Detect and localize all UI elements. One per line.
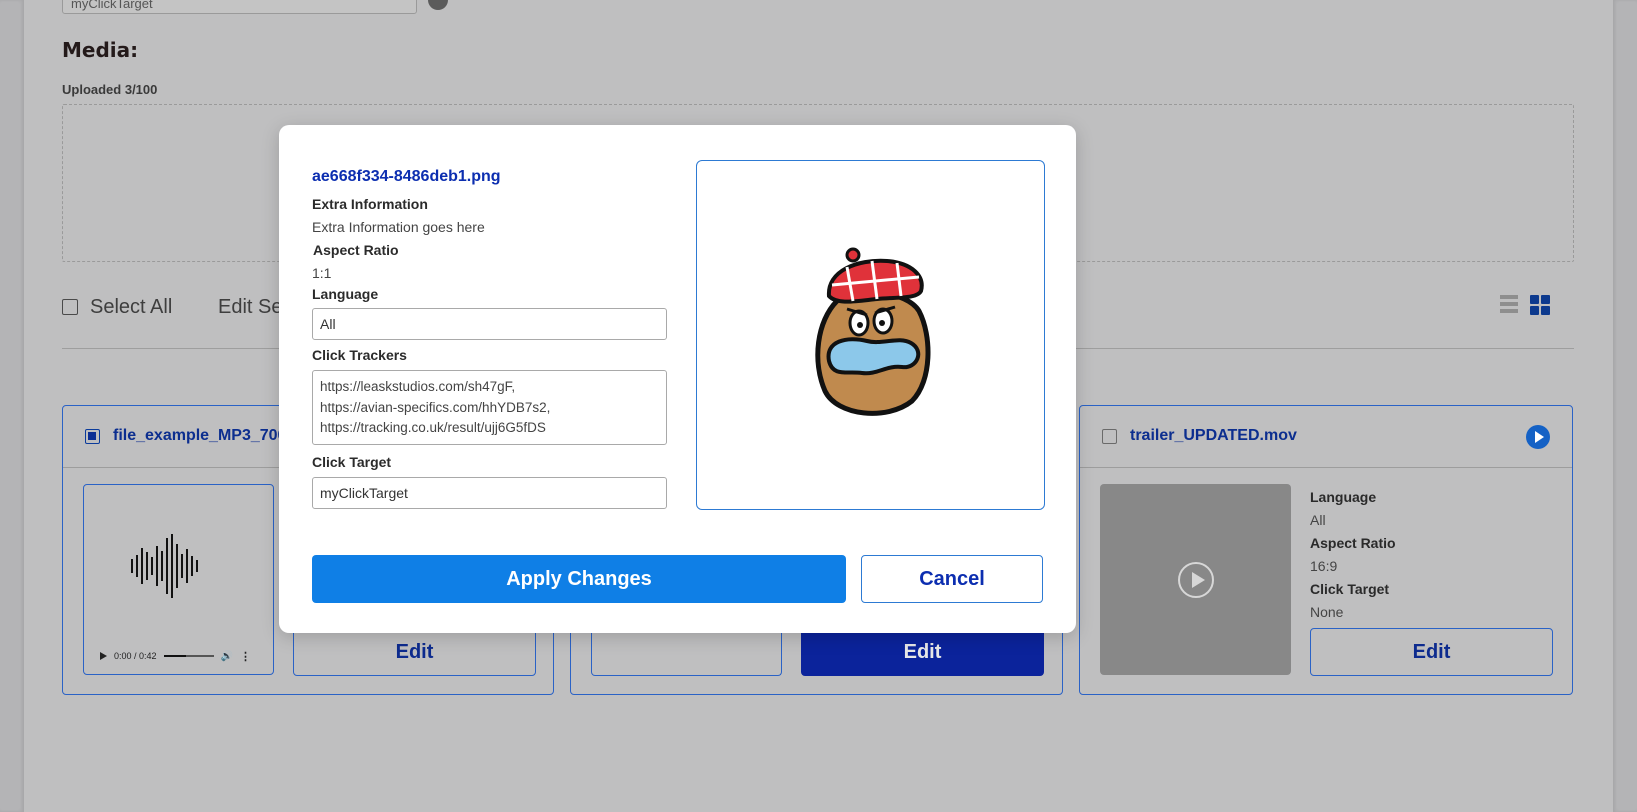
edit-button[interactable]: Edit xyxy=(293,628,536,676)
language-label: Language xyxy=(312,286,379,302)
card-checkbox[interactable] xyxy=(85,429,100,444)
audio-time: 0:00 / 0:42 xyxy=(114,651,157,661)
modal-filename: ae668f334-8486deb1.png xyxy=(312,168,501,185)
click-tracker-line: https://avian-specifics.com/hhYDB7s2, xyxy=(320,399,551,415)
list-view-icon[interactable] xyxy=(1500,295,1518,313)
click-target-input-bg[interactable] xyxy=(62,0,417,14)
extra-info-value: Extra Information goes here xyxy=(312,219,485,235)
image-preview xyxy=(696,160,1045,510)
uploaded-count: Uploaded 3/100 xyxy=(62,82,158,97)
page-edge-right xyxy=(1613,0,1637,812)
aspect-ratio-value: 1:1 xyxy=(312,265,332,281)
select-all-label: Select All xyxy=(90,295,173,318)
meta-key: Language xyxy=(1310,489,1377,505)
card-checkbox[interactable] xyxy=(1102,429,1117,444)
click-tracker-line: https://tracking.co.uk/result/ujj6G5fDS xyxy=(320,420,546,435)
click-tracker-line: https://leaskstudios.com/sh47gF, xyxy=(320,379,516,394)
waveform-icon xyxy=(131,533,217,599)
edit-media-modal: ae668f334-8486deb1.png Extra Information… xyxy=(279,125,1076,633)
click-trackers-label: Click Trackers xyxy=(312,347,407,363)
meta-value: 16:9 xyxy=(1310,558,1338,574)
edit-button[interactable]: Edit xyxy=(1310,628,1553,676)
audio-thumbnail: 0:00 / 0:42 🔊 ⋮ xyxy=(83,484,274,675)
card-title: trailer_UPDATED.mov xyxy=(1130,427,1297,444)
meta-key: Click Target xyxy=(1310,581,1390,597)
card-thumbnail xyxy=(591,628,782,676)
cancel-button[interactable]: Cancel xyxy=(861,555,1043,603)
potato-mascot-image xyxy=(815,247,931,416)
more-options-icon[interactable]: ⋮ xyxy=(240,650,251,663)
apply-changes-button[interactable]: Apply Changes xyxy=(312,555,846,603)
video-thumbnail[interactable] xyxy=(1100,484,1291,675)
media-card-video: trailer_UPDATED.mov Language All Aspect … xyxy=(1079,405,1573,695)
select-all-row[interactable]: Select All xyxy=(62,296,172,318)
video-play-icon[interactable] xyxy=(1178,562,1214,598)
meta-value: None xyxy=(1310,604,1344,620)
info-icon[interactable] xyxy=(428,0,448,10)
audio-play-icon[interactable] xyxy=(100,652,107,660)
audio-progress-slider[interactable] xyxy=(163,655,214,657)
extra-info-label: Extra Information xyxy=(312,196,428,212)
page-edge-left xyxy=(0,0,24,812)
play-icon[interactable] xyxy=(1526,425,1550,449)
media-heading: Media: xyxy=(62,38,139,62)
grid-view-icon[interactable] xyxy=(1530,295,1550,315)
click-target-label: Click Target xyxy=(312,454,392,470)
select-all-checkbox[interactable] xyxy=(62,299,78,315)
meta-value: All xyxy=(1310,512,1326,528)
aspect-ratio-label: Aspect Ratio xyxy=(313,242,399,258)
audio-player[interactable]: 0:00 / 0:42 🔊 ⋮ xyxy=(90,646,267,666)
edit-button-active[interactable]: Edit xyxy=(801,628,1044,676)
volume-icon[interactable]: 🔊 xyxy=(221,651,233,662)
click-target-input[interactable] xyxy=(312,477,667,509)
card-header: trailer_UPDATED.mov xyxy=(1080,406,1572,468)
click-trackers-textarea[interactable]: https://leaskstudios.com/sh47gF, https:/… xyxy=(312,370,667,445)
edit-selected-button[interactable]: Edit Selected xyxy=(218,296,288,319)
meta-key: Aspect Ratio xyxy=(1310,535,1396,551)
card-meta: Language All Aspect Ratio 16:9 Click Tar… xyxy=(1310,486,1396,624)
language-input[interactable] xyxy=(312,308,667,340)
